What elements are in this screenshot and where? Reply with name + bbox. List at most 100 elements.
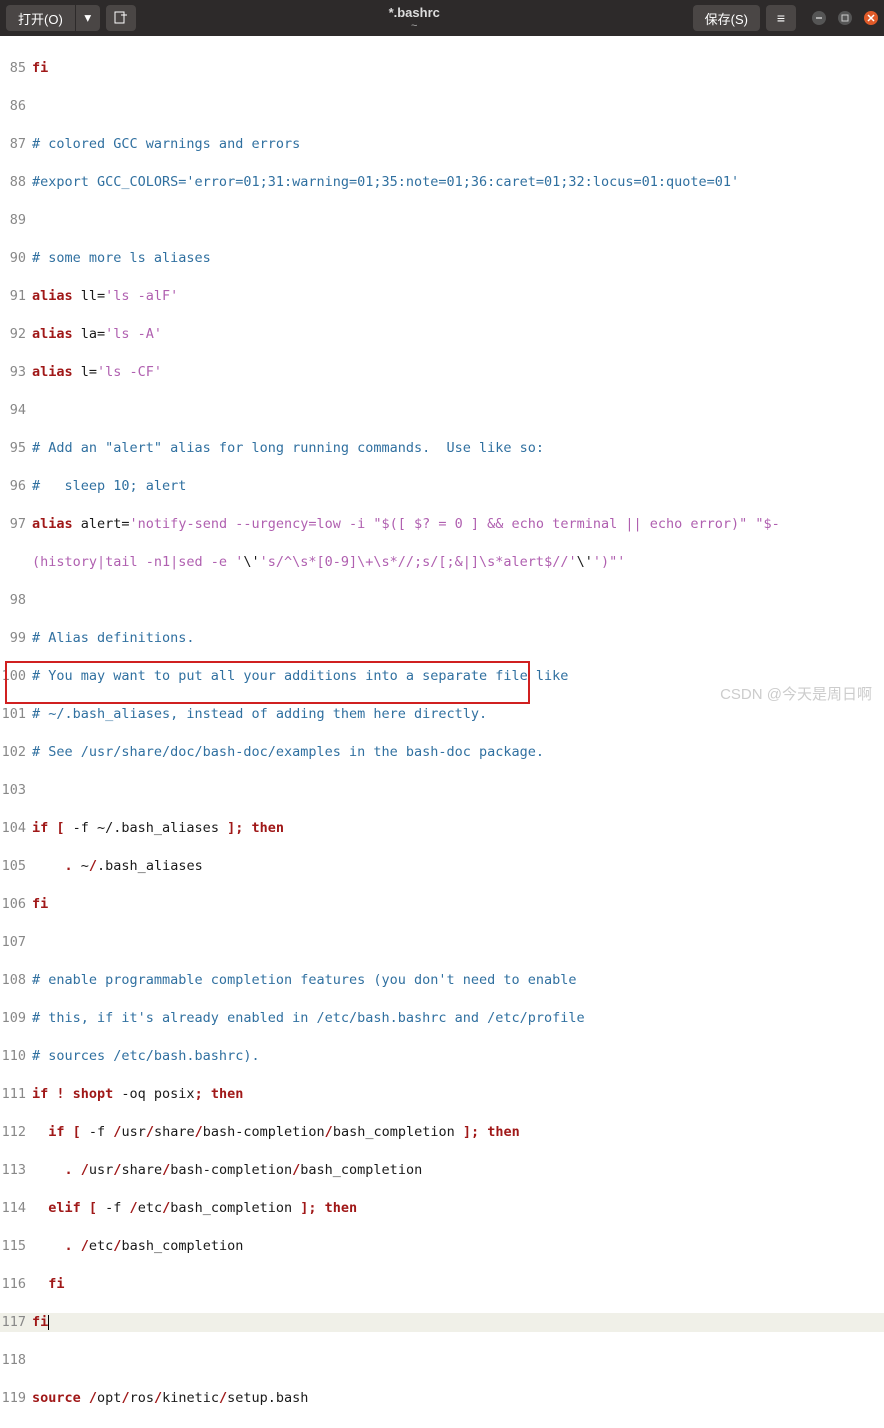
code-token: .bash_aliases — [97, 858, 203, 874]
code-token: / — [292, 1162, 300, 1178]
code-token: -f — [81, 1124, 114, 1140]
line-number: 113 — [0, 1161, 30, 1180]
line-number: 109 — [0, 1009, 30, 1028]
line-number: 111 — [0, 1085, 30, 1104]
line-number: 119 — [0, 1389, 30, 1408]
code-token: . — [32, 858, 73, 874]
code-token: -oq posix — [113, 1086, 194, 1102]
code-token: ]; then — [463, 1124, 520, 1140]
code-token: # See /usr/share/doc/bash-doc/examples i… — [32, 744, 544, 760]
line-number: 101 — [0, 705, 30, 724]
code-token: fi — [32, 896, 48, 912]
line-number: 120 — [0, 1427, 30, 1428]
text-cursor — [48, 1315, 49, 1330]
code-token: # sources /etc/bash.bashrc). — [32, 1048, 260, 1064]
code-token: . / — [32, 1238, 89, 1254]
code-token: ]; then — [227, 820, 284, 836]
code-token: bash_completion — [333, 1124, 463, 1140]
open-dropdown[interactable]: ▾ — [76, 5, 100, 31]
code-token: / — [130, 1200, 138, 1216]
open-button[interactable]: 打开(O) — [6, 5, 75, 31]
maximize-button[interactable] — [838, 11, 852, 25]
code-token: fi — [32, 60, 48, 76]
new-tab-button[interactable] — [106, 5, 136, 31]
code-token: if [ — [32, 820, 65, 836]
code-token: / — [113, 1238, 121, 1254]
title-container: *.bashrc ~ — [142, 5, 687, 32]
line-number: 92 — [0, 325, 30, 344]
code-token: etc — [138, 1200, 162, 1216]
code-token: 'ls -CF' — [97, 364, 162, 380]
close-button[interactable] — [864, 11, 878, 25]
code-token: / — [89, 1390, 97, 1406]
line-number: 108 — [0, 971, 30, 990]
line-number: 104 — [0, 819, 30, 838]
line-number: 88 — [0, 173, 30, 192]
code-token: / — [219, 1390, 227, 1406]
code-token: # Alias definitions. — [32, 630, 195, 646]
code-token: share — [154, 1124, 195, 1140]
code-token: if [ — [32, 1124, 81, 1140]
code-token: bash_completion — [170, 1200, 300, 1216]
code-token: / — [325, 1124, 333, 1140]
code-editor[interactable]: 85fi 86 87# colored GCC warnings and err… — [0, 36, 884, 1428]
line-number: 105 — [0, 857, 30, 876]
code-token: # colored GCC warnings and errors — [32, 136, 300, 152]
code-token: ')"' — [593, 554, 626, 570]
code-token: # this, if it's already enabled in /etc/… — [32, 1010, 585, 1026]
code-token: alias — [32, 516, 73, 532]
code-token: alert= — [73, 516, 130, 532]
document-path: ~ — [142, 20, 687, 32]
code-token: ; then — [195, 1086, 244, 1102]
line-number: 96 — [0, 477, 30, 496]
code-token: l= — [73, 364, 97, 380]
code-token: setup.bash — [227, 1390, 308, 1406]
code-token: . / — [32, 1162, 89, 1178]
code-token: 's/^\s*[0-9]\+\s*//;s/[;&|]\s*alert$//' — [260, 554, 577, 570]
code-token: / — [113, 1124, 121, 1140]
line-number: 93 — [0, 363, 30, 382]
code-token: / — [113, 1162, 121, 1178]
code-token: ]; then — [300, 1200, 357, 1216]
code-token: / — [121, 1390, 129, 1406]
code-token: 'ls -A' — [105, 326, 162, 342]
line-number: 110 — [0, 1047, 30, 1066]
line-number: 87 — [0, 135, 30, 154]
line-number: 97 — [0, 515, 30, 534]
line-number: 91 — [0, 287, 30, 306]
code-token: source — [32, 1390, 89, 1406]
code-token: # Add an "alert" alias for long running … — [32, 440, 544, 456]
code-token: ~ — [73, 858, 89, 874]
code-token: ll= — [73, 288, 106, 304]
code-token: 'ls -alF' — [105, 288, 178, 304]
titlebar: 打开(O) ▾ *.bashrc ~ 保存(S) ≡ — [0, 0, 884, 36]
line-number: 94 — [0, 401, 30, 420]
line-number: 99 — [0, 629, 30, 648]
minimize-button[interactable] — [812, 11, 826, 25]
code-token: alias — [32, 326, 73, 342]
code-token: share — [121, 1162, 162, 1178]
hamburger-menu-button[interactable]: ≡ — [766, 5, 796, 31]
save-button[interactable]: 保存(S) — [693, 5, 760, 31]
window-controls — [812, 11, 878, 25]
code-token: / — [195, 1124, 203, 1140]
code-token: \' — [577, 554, 593, 570]
code-token: / — [89, 858, 97, 874]
code-token: #export GCC_COLORS='error=01;31:warning=… — [32, 174, 739, 190]
line-number: 103 — [0, 781, 30, 800]
code-token: # sleep 10; alert — [32, 478, 186, 494]
line-number: 106 — [0, 895, 30, 914]
line-number: 102 — [0, 743, 30, 762]
code-token: kinetic — [162, 1390, 219, 1406]
code-token: ros — [130, 1390, 154, 1406]
line-number: 107 — [0, 933, 30, 952]
line-number: 115 — [0, 1237, 30, 1256]
code-token: fi — [32, 1276, 65, 1292]
code-token: / — [162, 1162, 170, 1178]
line-number: 95 — [0, 439, 30, 458]
line-number: 86 — [0, 97, 30, 116]
code-token: \' — [243, 554, 259, 570]
line-number: 89 — [0, 211, 30, 230]
code-token: / — [162, 1200, 170, 1216]
code-token: bash-completion — [203, 1124, 325, 1140]
